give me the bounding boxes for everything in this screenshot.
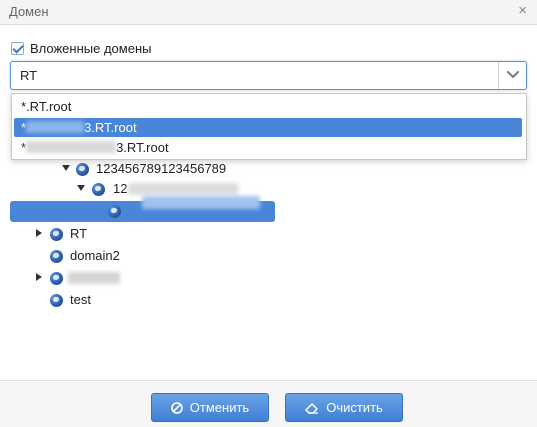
redacted-text xyxy=(142,196,260,209)
nested-domains-checkbox-row[interactable]: Вложенные домены xyxy=(11,40,151,56)
combobox-toggle-button[interactable] xyxy=(498,62,526,89)
collapsed-arrow-icon[interactable] xyxy=(36,273,42,281)
expanded-arrow-icon[interactable] xyxy=(62,165,70,171)
chevron-down-icon xyxy=(507,71,519,78)
globe-icon xyxy=(76,163,89,176)
globe-icon xyxy=(92,183,105,196)
dropdown-item-text: 3.RT.root xyxy=(84,120,137,135)
tree-node-label: test xyxy=(70,292,91,307)
globe-icon xyxy=(50,250,63,263)
dropdown-item[interactable]: *.RT.root xyxy=(14,97,522,116)
close-icon[interactable]: × xyxy=(518,2,527,19)
tree-node-label: 12 xyxy=(113,181,128,196)
dropdown-item-text: 3.RT.root xyxy=(116,140,169,155)
tree-node-selected[interactable] xyxy=(10,196,275,222)
globe-icon xyxy=(108,205,121,218)
nested-domains-label: Вложенные домены xyxy=(30,40,152,56)
clear-button[interactable]: Очистить xyxy=(285,393,403,422)
tree-node-label: domain2 xyxy=(70,248,120,263)
dialog-footer: Отменить Очистить xyxy=(0,380,537,427)
redacted-text xyxy=(128,183,238,195)
nested-domains-checkbox[interactable] xyxy=(11,41,24,55)
globe-icon xyxy=(50,272,63,285)
dropdown-item[interactable]: * 3.RT.root xyxy=(14,138,522,157)
domain-combobox-value[interactable]: RT xyxy=(20,68,37,83)
tree-node[interactable] xyxy=(36,268,156,288)
cancel-button[interactable]: Отменить xyxy=(151,393,269,422)
dialog-title: Домен xyxy=(9,4,49,19)
redacted-text xyxy=(26,121,85,133)
dropdown-item-text: .RT.root xyxy=(26,99,72,114)
globe-icon xyxy=(50,294,63,307)
cancel-button-label: Отменить xyxy=(189,400,250,415)
dropdown-item-selected[interactable]: * 3.RT.root xyxy=(14,118,522,137)
eraser-icon xyxy=(305,402,319,414)
collapsed-arrow-icon[interactable] xyxy=(36,229,42,237)
domain-dropdown-list: *.RT.root * 3.RT.root * 3.RT.root xyxy=(11,93,527,160)
tree-node[interactable]: 123456789123456789 xyxy=(62,159,262,179)
dialog-titlebar: Домен × xyxy=(0,0,537,25)
tree-node[interactable]: domain2 xyxy=(50,246,170,266)
expanded-arrow-icon[interactable] xyxy=(77,185,85,191)
redacted-text xyxy=(26,141,117,153)
clear-button-label: Очистить xyxy=(326,400,383,415)
globe-icon xyxy=(50,228,63,241)
tree-node[interactable]: test xyxy=(50,290,130,310)
redacted-text xyxy=(68,272,120,284)
tree-node[interactable]: RT xyxy=(36,224,136,244)
tree-node-label: RT xyxy=(70,226,88,241)
tree-node-label: 123456789123456789 xyxy=(96,161,227,176)
ban-icon xyxy=(170,401,183,414)
domain-combobox[interactable]: RT xyxy=(10,61,527,90)
